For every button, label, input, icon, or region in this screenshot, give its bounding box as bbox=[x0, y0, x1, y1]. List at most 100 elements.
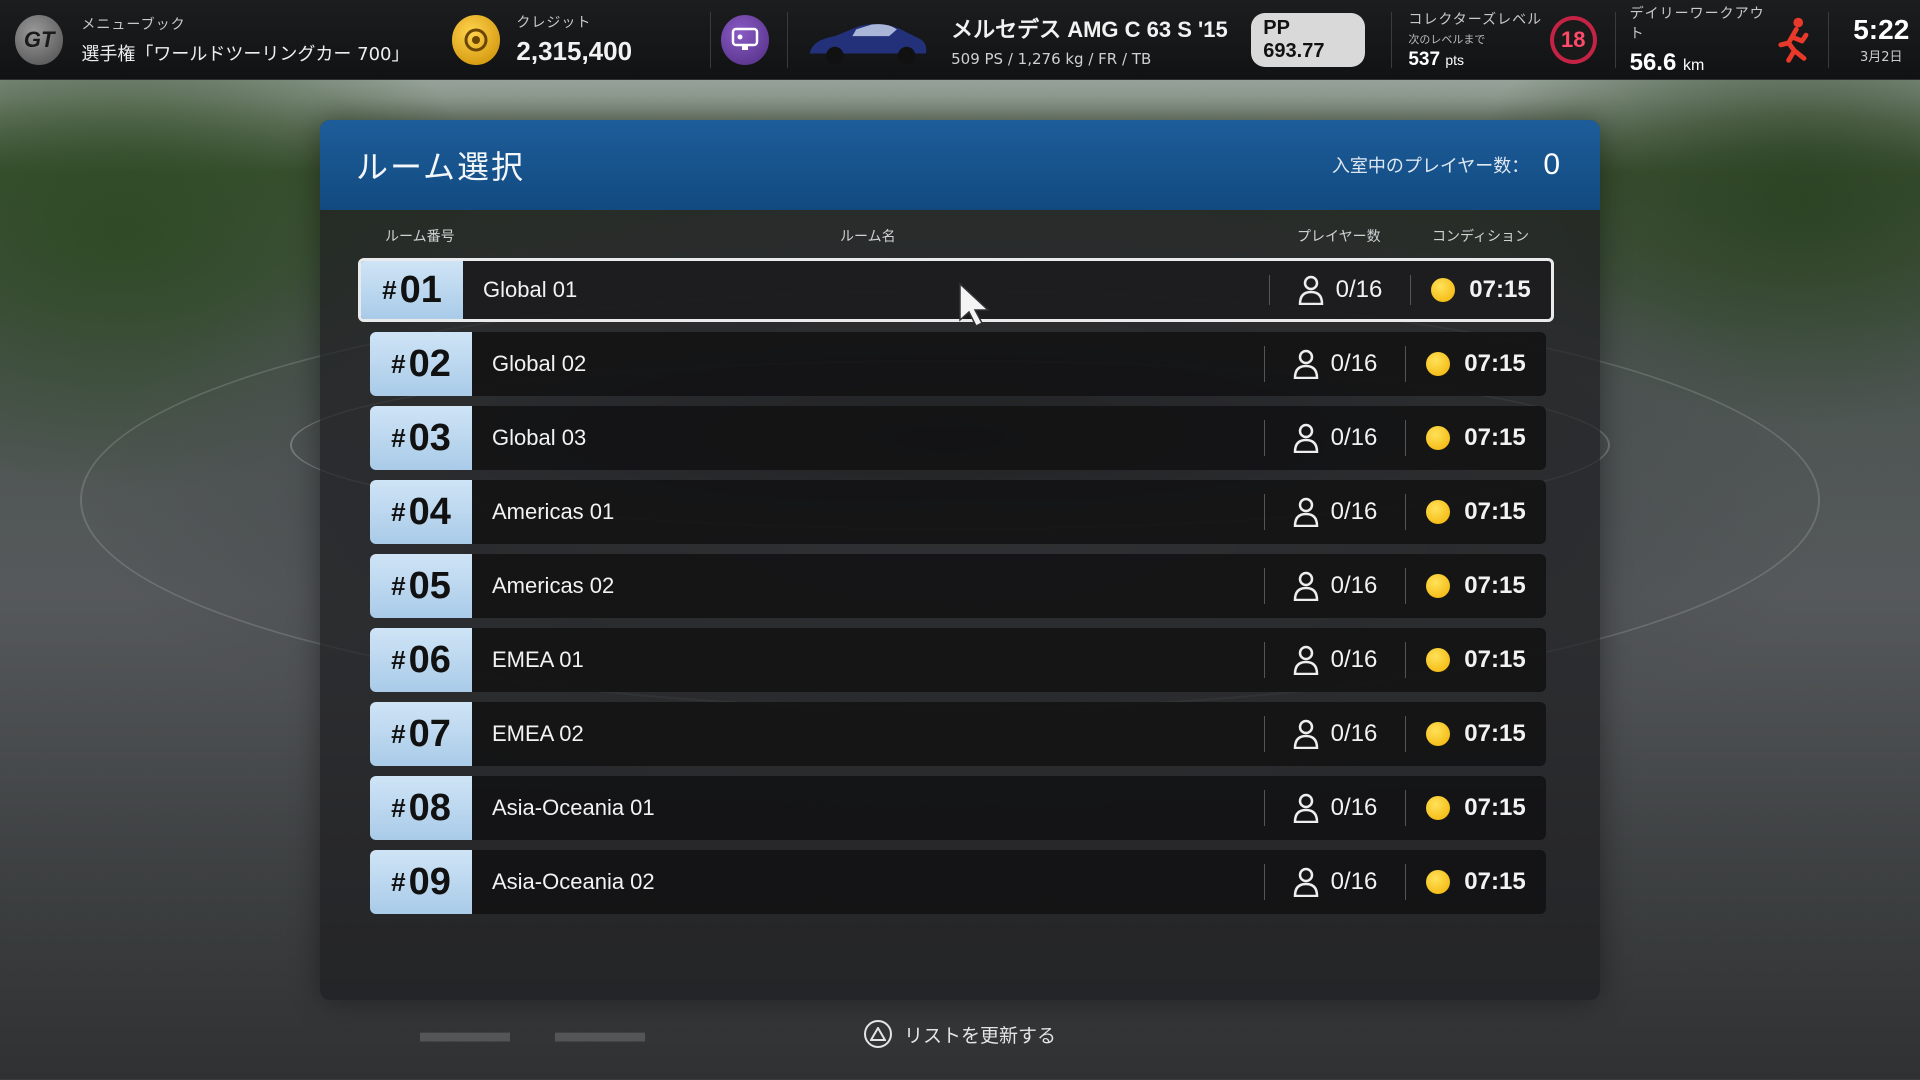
room-number: 05 bbox=[408, 564, 451, 607]
sun-icon bbox=[1426, 426, 1451, 450]
condition-time: 07:15 bbox=[1464, 794, 1526, 821]
room-row[interactable]: #07 EMEA 02 0/16 07:15 bbox=[370, 702, 1546, 766]
person-icon bbox=[1293, 645, 1318, 675]
daily-workout-info: デイリーワークアウト 56.6 km bbox=[1630, 3, 1775, 77]
player-count-value: 0/16 bbox=[1335, 276, 1383, 303]
room-condition: 07:15 bbox=[1406, 554, 1546, 618]
player-count-value: 0/16 bbox=[1330, 646, 1378, 673]
room-row[interactable]: #02 Global 02 0/16 07:15 bbox=[370, 332, 1546, 396]
person-icon bbox=[1293, 349, 1318, 379]
condition-time: 07:15 bbox=[1464, 350, 1526, 377]
player-count-value: 0/16 bbox=[1330, 350, 1378, 377]
room-name: Americas 02 bbox=[492, 573, 615, 598]
room-condition: 07:15 bbox=[1406, 628, 1546, 692]
room-player-count: 0/16 bbox=[1265, 776, 1405, 840]
refresh-list-hint[interactable]: リストを更新する bbox=[0, 1020, 1920, 1048]
performance-points-badge: PP 693.77 bbox=[1251, 12, 1366, 67]
room-name: Global 03 bbox=[492, 425, 587, 450]
menubook-info[interactable]: メニューブック 選手権「ワールドツーリングカー 700」 bbox=[81, 14, 430, 66]
player-count-value: 0/16 bbox=[1330, 794, 1378, 821]
room-select-panel: ルーム選択 入室中のプレイヤー数： 0 ルーム番号 ルーム名 プレイヤー数 コン… bbox=[320, 120, 1600, 1000]
room-number: 03 bbox=[408, 416, 451, 459]
room-player-count: 0/16 bbox=[1265, 850, 1405, 914]
room-player-count: 0/16 bbox=[1265, 480, 1405, 544]
clock-date: 3月2日 bbox=[1859, 50, 1903, 65]
room-name: Global 02 bbox=[492, 351, 587, 376]
room-number-badge: #06 bbox=[370, 628, 472, 692]
current-car-info[interactable]: メルセデス AMG C 63 S '15 509 PS / 1,276 kg /… bbox=[951, 12, 1251, 68]
condition-time: 07:15 bbox=[1464, 572, 1526, 599]
gt-logo-icon[interactable]: GT bbox=[15, 14, 64, 65]
room-row[interactable]: #08 Asia-Oceania 01 0/16 07:15 bbox=[370, 776, 1546, 840]
room-player-count: 0/16 bbox=[1265, 332, 1405, 396]
column-header-name: ルーム名 bbox=[840, 229, 896, 245]
collector-points-unit: pts bbox=[1445, 51, 1464, 68]
room-row[interactable]: #05 Americas 02 0/16 07:15 bbox=[370, 554, 1546, 618]
room-number-badge: #03 bbox=[370, 406, 472, 470]
room-number-badge: #08 bbox=[370, 776, 472, 840]
players-in-label: 入室中のプレイヤー数： bbox=[1331, 156, 1530, 177]
triangle-button-icon bbox=[863, 1020, 892, 1048]
workout-label: デイリーワークアウト bbox=[1629, 5, 1765, 42]
column-headers: ルーム番号 ルーム名 プレイヤー数 コンディション bbox=[320, 210, 1600, 258]
credit-info: クレジット 2,315,400 bbox=[516, 12, 710, 67]
room-number: 09 bbox=[408, 860, 451, 903]
condition-time: 07:15 bbox=[1464, 498, 1526, 525]
top-hud: GT メニューブック 選手権「ワールドツーリングカー 700」 クレジット 2,… bbox=[0, 0, 1920, 80]
menubook-label: メニューブック bbox=[81, 16, 186, 33]
room-number: 06 bbox=[408, 638, 451, 681]
condition-time: 07:15 bbox=[1464, 424, 1526, 451]
players-in-room: 入室中のプレイヤー数： 0 bbox=[1332, 148, 1560, 182]
clock: 5:22 3月2日 bbox=[1843, 14, 1920, 65]
credit-label: クレジット bbox=[516, 15, 592, 31]
condition-time: 07:15 bbox=[1464, 720, 1526, 747]
person-icon bbox=[1293, 793, 1318, 823]
room-condition: 07:15 bbox=[1406, 480, 1546, 544]
person-icon bbox=[1293, 423, 1318, 453]
room-row[interactable]: #09 Asia-Oceania 02 0/16 07:15 bbox=[370, 850, 1546, 914]
room-name: Asia-Oceania 01 bbox=[492, 795, 655, 820]
panel-header: ルーム選択 入室中のプレイヤー数： 0 bbox=[320, 120, 1600, 210]
condition-time: 07:15 bbox=[1464, 646, 1526, 673]
room-number-badge: #07 bbox=[370, 702, 472, 766]
room-condition: 07:15 bbox=[1406, 776, 1546, 840]
person-icon bbox=[1293, 867, 1318, 897]
collector-next-label: 次のレベルまで bbox=[1408, 32, 1486, 46]
condition-time: 07:15 bbox=[1464, 868, 1526, 895]
room-number-badge: #02 bbox=[370, 332, 472, 396]
sun-icon bbox=[1426, 574, 1451, 598]
hud-divider bbox=[1614, 11, 1616, 68]
runner-icon bbox=[1778, 17, 1809, 63]
hud-divider bbox=[787, 11, 789, 68]
sun-icon bbox=[1426, 870, 1451, 894]
sun-icon bbox=[1431, 278, 1456, 302]
room-player-count: 0/16 bbox=[1265, 406, 1405, 470]
player-count-value: 0/16 bbox=[1330, 424, 1378, 451]
player-count-value: 0/16 bbox=[1330, 720, 1378, 747]
room-row[interactable]: #03 Global 03 0/16 07:15 bbox=[370, 406, 1546, 470]
room-number: 01 bbox=[399, 268, 442, 311]
room-row[interactable]: #04 Americas 01 0/16 07:15 bbox=[370, 480, 1546, 544]
car-thumbnail-icon bbox=[810, 23, 927, 64]
car-name: メルセデス AMG C 63 S '15 bbox=[951, 16, 1228, 42]
player-count-value: 0/16 bbox=[1330, 498, 1378, 525]
collector-points: 537 pts bbox=[1408, 49, 1544, 71]
room-player-count: 0/16 bbox=[1270, 261, 1410, 319]
workout-distance-value: 56.6 bbox=[1629, 48, 1677, 76]
sun-icon bbox=[1426, 352, 1451, 376]
garage-icon[interactable] bbox=[721, 14, 770, 65]
credit-value: 2,315,400 bbox=[516, 36, 633, 66]
room-player-count: 0/16 bbox=[1265, 628, 1405, 692]
room-name: EMEA 02 bbox=[492, 721, 584, 746]
room-name: Asia-Oceania 02 bbox=[492, 869, 655, 894]
room-condition: 07:15 bbox=[1406, 850, 1546, 914]
condition-time: 07:15 bbox=[1469, 276, 1531, 303]
room-row[interactable]: #01 Global 01 0/16 07:15 bbox=[358, 258, 1554, 322]
person-icon bbox=[1293, 571, 1318, 601]
room-number-badge: #04 bbox=[370, 480, 472, 544]
room-name: EMEA 01 bbox=[492, 647, 584, 672]
room-row[interactable]: #06 EMEA 01 0/16 07:15 bbox=[370, 628, 1546, 692]
column-header-condition: コンディション bbox=[1432, 229, 1530, 245]
room-condition: 07:15 bbox=[1406, 406, 1546, 470]
hud-divider bbox=[1391, 11, 1393, 68]
